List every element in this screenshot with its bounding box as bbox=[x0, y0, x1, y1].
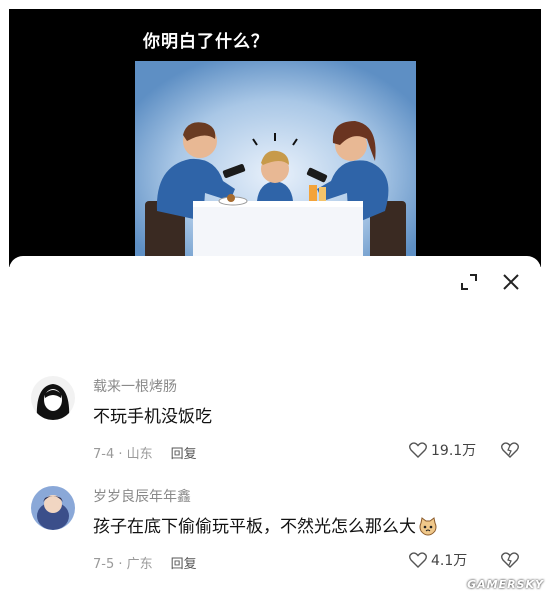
comment-meta: 7-4 · 山东 回复 bbox=[93, 443, 197, 462]
comment-date-location: 7-5 · 广东 bbox=[93, 557, 153, 572]
video-area[interactable]: 你明白了什么？ bbox=[9, 9, 541, 267]
sheet-toolbar bbox=[459, 272, 521, 292]
family-dinner-illustration bbox=[135, 61, 416, 267]
screenshot-frame: 你明白了什么？ 载来一根烤肠 不玩手机没饭吃 7-4 · 山东 回复 19.1万… bbox=[0, 0, 550, 595]
like-count: 19.1万 bbox=[431, 443, 477, 459]
comment-username[interactable]: 岁岁良辰年年鑫 bbox=[93, 486, 191, 506]
avatar[interactable] bbox=[31, 486, 75, 530]
comments-sheet: 载来一根烤肠 不玩手机没饭吃 7-4 · 山东 回复 19.1万 岁岁良辰年年鑫… bbox=[9, 256, 541, 595]
collapse-icon[interactable] bbox=[459, 272, 479, 292]
close-icon[interactable] bbox=[501, 272, 521, 292]
comment-text: 孩子在底下偷偷玩平板，不然光怎么那么大 bbox=[93, 512, 438, 537]
like-button[interactable]: 4.1万 bbox=[409, 550, 467, 570]
comment-text: 不玩手机没饭吃 bbox=[93, 407, 212, 427]
heart-icon bbox=[409, 442, 427, 458]
cat-emoji-icon bbox=[419, 517, 437, 536]
comment-date-location: 7-4 · 山东 bbox=[93, 447, 153, 462]
heart-icon bbox=[409, 552, 427, 568]
comment-meta: 7-5 · 广东 回复 bbox=[93, 553, 197, 572]
dislike-icon[interactable] bbox=[501, 552, 519, 572]
like-button[interactable]: 19.1万 bbox=[409, 440, 476, 460]
comment-username[interactable]: 载来一根烤肠 bbox=[93, 376, 177, 396]
reply-button[interactable]: 回复 bbox=[171, 443, 197, 462]
dislike-icon[interactable] bbox=[501, 442, 519, 462]
watermark: GAMERSKY bbox=[467, 578, 544, 591]
like-count: 4.1万 bbox=[431, 553, 468, 569]
reply-button[interactable]: 回复 bbox=[171, 553, 197, 572]
video-title: 你明白了什么？ bbox=[143, 32, 269, 52]
avatar[interactable] bbox=[31, 376, 75, 420]
